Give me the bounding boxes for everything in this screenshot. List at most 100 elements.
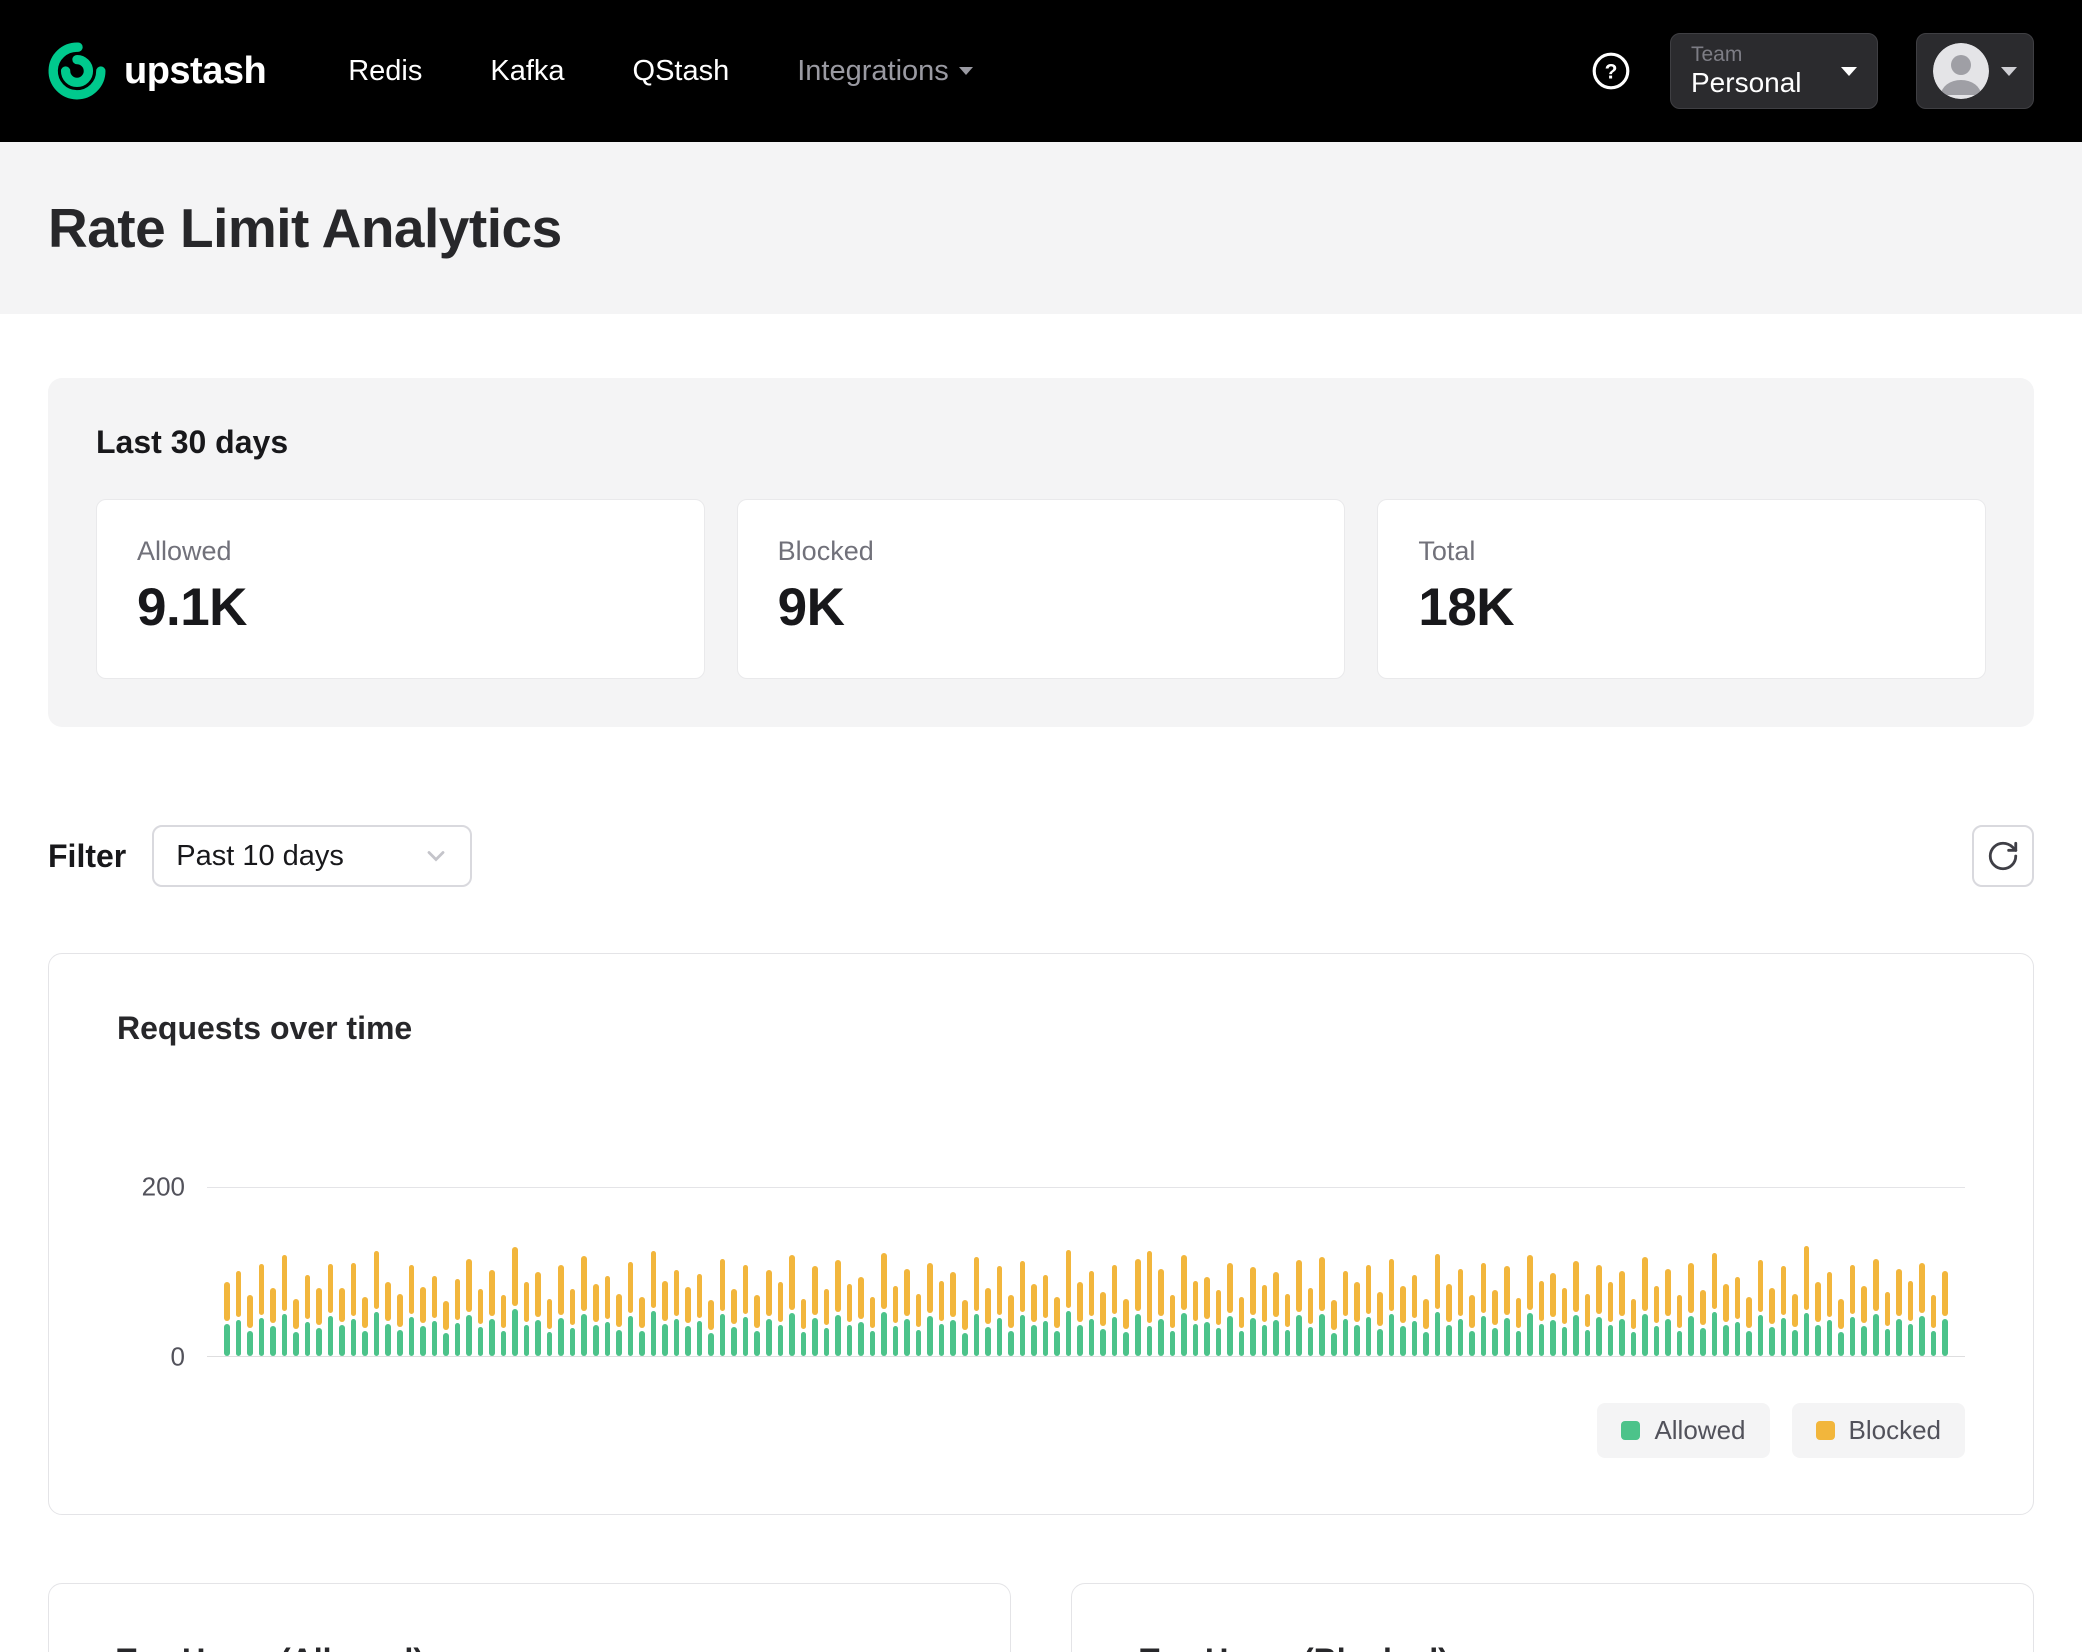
chart-bar — [316, 1288, 322, 1356]
chart-bar — [1562, 1288, 1568, 1356]
chart-bar — [616, 1294, 622, 1356]
stat-value: 9.1K — [137, 577, 664, 638]
time-range-select[interactable]: Past 10 days — [152, 825, 472, 887]
chart-bar — [1539, 1281, 1545, 1356]
chart-bar — [1873, 1259, 1879, 1356]
chart-bar — [443, 1301, 449, 1356]
stat-card-allowed: Allowed 9.1K — [96, 499, 705, 679]
chart-bar — [1389, 1259, 1395, 1356]
chart-bar — [789, 1255, 795, 1356]
chart-bar — [605, 1276, 611, 1356]
stat-label: Total — [1418, 536, 1945, 567]
chart-bar — [339, 1288, 345, 1356]
chart-bar — [1677, 1295, 1683, 1356]
chart-bar — [881, 1253, 887, 1356]
chart-bar — [1688, 1263, 1694, 1356]
chart-bar — [1250, 1267, 1256, 1356]
chart-bar — [1735, 1277, 1741, 1357]
help-icon[interactable]: ? — [1590, 50, 1632, 92]
chart-bar — [270, 1288, 276, 1356]
chart-bar — [801, 1299, 807, 1356]
chart-bar — [904, 1269, 910, 1356]
chart-bar — [535, 1272, 541, 1356]
nav-item-kafka[interactable]: Kafka — [490, 55, 564, 88]
chart-bar — [731, 1289, 737, 1356]
blocked-swatch-icon — [1816, 1421, 1835, 1440]
chart-bar — [1147, 1251, 1153, 1356]
chart-bar — [1596, 1265, 1602, 1356]
chart-bar — [1792, 1294, 1798, 1356]
chart-bar — [1931, 1295, 1937, 1356]
chart-bar — [570, 1289, 576, 1356]
chart-bar — [351, 1263, 357, 1356]
chart-plot — [207, 1117, 1965, 1357]
chart-bar — [420, 1287, 426, 1356]
chart-bar — [1043, 1275, 1049, 1356]
chart-bar — [1435, 1254, 1441, 1356]
legend-label: Allowed — [1654, 1415, 1745, 1446]
chevron-down-icon — [422, 842, 450, 870]
chart-y-axis: 200 0 — [117, 1117, 207, 1357]
chart-bar — [1308, 1288, 1314, 1356]
top-users-allowed-card: Top Users (Allowed) — [48, 1583, 1011, 1652]
brand-name: upstash — [124, 50, 266, 93]
legend-item-blocked[interactable]: Blocked — [1792, 1403, 1966, 1458]
upstash-logo-icon — [48, 42, 106, 100]
chart-bar — [628, 1262, 634, 1356]
chart-bar — [293, 1299, 299, 1356]
refresh-button[interactable] — [1972, 825, 2034, 887]
chart-bar — [1781, 1266, 1787, 1356]
chart-bar — [1112, 1265, 1118, 1356]
stat-card-blocked: Blocked 9K — [737, 499, 1346, 679]
chart-bar — [1619, 1271, 1625, 1356]
page-header: Rate Limit Analytics — [0, 142, 2082, 314]
team-selector-text: Team Personal — [1691, 43, 1802, 99]
nav-item-redis[interactable]: Redis — [348, 55, 422, 88]
chart-bar — [1700, 1290, 1706, 1356]
legend-item-allowed[interactable]: Allowed — [1597, 1403, 1769, 1458]
chart-bar — [374, 1251, 380, 1356]
chart-bar — [1193, 1281, 1199, 1356]
chart-bar — [985, 1288, 991, 1356]
chart-bar — [1608, 1282, 1614, 1356]
chart-bar — [224, 1282, 230, 1356]
chart-bar — [397, 1294, 403, 1356]
chart-bar — [558, 1265, 564, 1356]
chevron-down-icon — [2001, 67, 2017, 76]
y-tick-0: 0 — [171, 1342, 185, 1373]
legend-label: Blocked — [1849, 1415, 1942, 1446]
chevron-down-icon — [959, 67, 973, 75]
chart-bar — [362, 1297, 368, 1356]
gridline-0 — [207, 1356, 1965, 1357]
chart-bar — [1066, 1250, 1072, 1356]
chart-bar — [1366, 1265, 1372, 1356]
chart-bar — [1908, 1281, 1914, 1356]
chart-bar — [950, 1272, 956, 1356]
chart-bar — [674, 1270, 680, 1356]
stat-label: Allowed — [137, 536, 664, 567]
top-users-blocked-card: Top Users (Blocked) — [1071, 1583, 2034, 1652]
chart-bar — [478, 1289, 484, 1356]
top-navbar: upstash Redis Kafka QStash Integrations … — [0, 0, 2082, 142]
team-selector[interactable]: Team Personal — [1670, 33, 1878, 109]
chart-bar — [1377, 1292, 1383, 1356]
chart-bar — [524, 1282, 530, 1356]
chart-bar — [997, 1266, 1003, 1356]
team-selector-caption: Team — [1691, 43, 1802, 67]
chart-bar — [1054, 1297, 1060, 1356]
chart-bar — [858, 1277, 864, 1357]
chart-bar — [743, 1265, 749, 1356]
account-menu[interactable] — [1916, 33, 2034, 109]
chart-legend: Allowed Blocked — [117, 1403, 1965, 1458]
brand[interactable]: upstash — [48, 42, 266, 100]
nav-item-qstash[interactable]: QStash — [633, 55, 730, 88]
chart-bar — [685, 1287, 691, 1356]
chart-bar — [1227, 1263, 1233, 1356]
chart-bar — [1827, 1272, 1833, 1356]
chart-bar — [1838, 1299, 1844, 1356]
chart-bar — [962, 1300, 968, 1356]
chart-bar — [720, 1259, 726, 1356]
chart-bar — [1100, 1292, 1106, 1356]
nav-item-integrations[interactable]: Integrations — [797, 55, 973, 88]
chart: 200 0 — [117, 1117, 1965, 1357]
